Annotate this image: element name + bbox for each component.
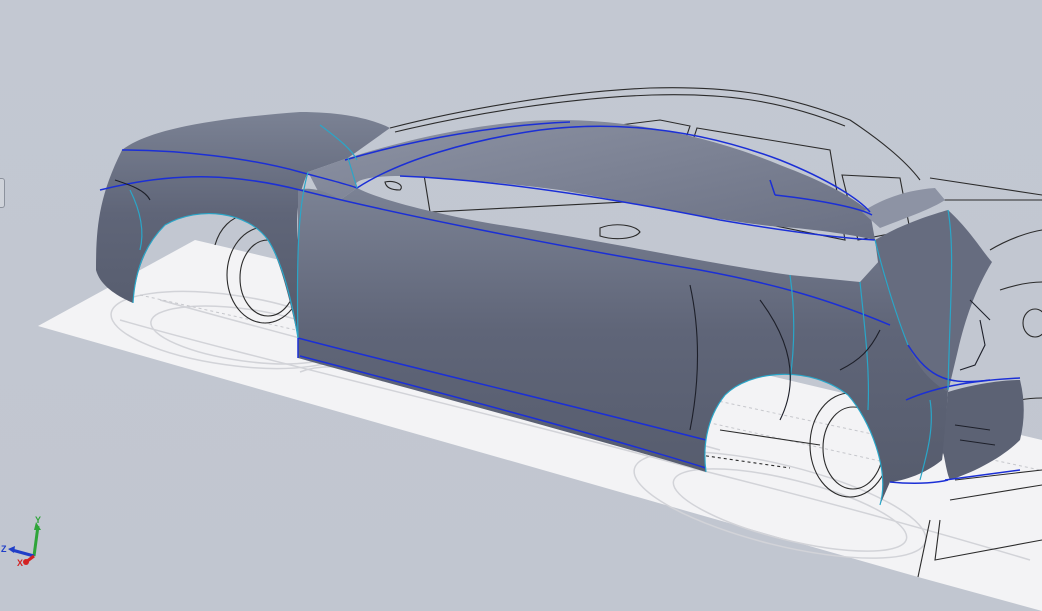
x-axis-head-icon	[23, 559, 29, 565]
reference-triad: Y Z X	[1, 515, 41, 568]
z-axis-arrow	[11, 548, 35, 558]
3d-model-scene[interactable]	[0, 0, 1042, 611]
y-axis-label: Y	[35, 515, 41, 525]
panel-collapse-handle[interactable]	[0, 178, 5, 208]
z-axis-label: Z	[1, 544, 7, 554]
x-axis-label: X	[17, 558, 23, 568]
z-axis-head-icon	[8, 546, 15, 553]
y-axis-arrow	[32, 525, 40, 557]
graphics-viewport[interactable]: Y Z X	[0, 0, 1042, 611]
